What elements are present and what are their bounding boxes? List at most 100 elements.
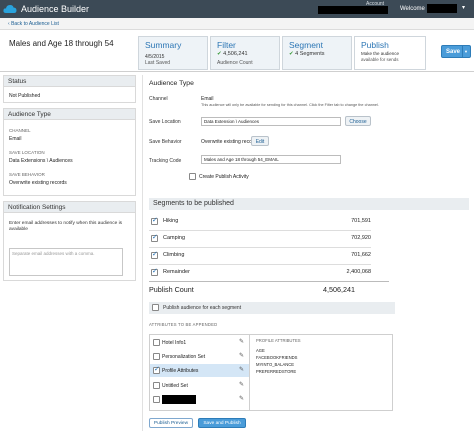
save-button[interactable]: Save ▼: [441, 45, 471, 58]
attribute-set-checkbox[interactable]: [153, 353, 160, 360]
attribute-set-name: Personalization Set: [162, 354, 206, 360]
status-title: Status: [4, 76, 135, 87]
segment-row: Climbing 701,662: [149, 249, 371, 263]
divider: [149, 281, 389, 282]
segments-heading: Segments to be published: [149, 198, 469, 210]
edit-pencil-icon[interactable]: ✎: [239, 395, 244, 402]
edit-button[interactable]: Edit: [251, 136, 269, 146]
publish-preview-button[interactable]: Publish Preview: [149, 418, 193, 428]
tab-summary[interactable]: Summary 4/5/2015 Last Saved: [138, 36, 208, 70]
save-behavior-value: Overwrite existing records: [9, 180, 67, 186]
audience-type-section: Audience Type CHANNEL Email SAVE LOCATIO…: [3, 108, 136, 196]
channel-value: Email: [9, 136, 22, 142]
tab-segment[interactable]: Segment ✔ 4 Segments: [282, 36, 352, 70]
audience-type-title: Audience Type: [4, 109, 135, 120]
tab-publish-label: Publish: [361, 40, 389, 50]
save-location-label: SAVE LOCATION: [9, 150, 45, 155]
tab-segment-label: Segment: [289, 40, 324, 50]
attribute-set-checkbox[interactable]: [153, 339, 160, 346]
channel-value: Email: [201, 96, 214, 102]
attribute-set-list: Hotel Info1 ✎ Personalization Set ✎ Prof…: [150, 335, 250, 410]
attribute-set-row[interactable]: Profile Attributes ✎: [150, 364, 249, 377]
attribute-set-name: Profile Attributes: [162, 368, 199, 374]
notification-section: Notification Settings Enter email addres…: [3, 201, 136, 281]
segment-checkbox[interactable]: [151, 250, 158, 259]
notification-description: Enter email addresses to notify when thi…: [9, 221, 123, 232]
cloud-logo-icon: [3, 5, 17, 13]
segment-count: 702,920: [351, 235, 371, 241]
notification-email-input[interactable]: Separate email addresses with a comma.: [9, 248, 123, 276]
check-icon: ✔: [289, 51, 294, 57]
segment-name: Remainder: [163, 269, 190, 275]
create-publish-activity-checkbox[interactable]: [189, 173, 196, 180]
edit-pencil-icon[interactable]: ✎: [239, 338, 244, 345]
check-icon: ✔: [217, 51, 222, 57]
divider: [149, 264, 371, 265]
segment-checkbox[interactable]: [151, 267, 158, 276]
audience-type-heading: Audience Type: [149, 80, 194, 87]
tab-publish-line1: Make the audience: [361, 51, 400, 56]
profile-attribute-item: FACEBOOKFRIENDS: [256, 355, 298, 360]
edit-pencil-icon[interactable]: ✎: [239, 381, 244, 388]
save-location-field[interactable]: Data Extension \ Audiences: [201, 117, 341, 126]
breadcrumb: ‹ Back to Audience List: [0, 18, 474, 30]
tracking-code-field[interactable]: Males and Age 18 through 54_EMAIL: [201, 155, 341, 164]
segment-checkbox[interactable]: [151, 216, 158, 225]
tab-summary-label: Summary: [145, 40, 182, 50]
back-to-audience-list-link[interactable]: ‹ Back to Audience List: [8, 21, 59, 27]
top-bar: Audience Builder Account Welcome ▾: [0, 0, 474, 18]
publish-panel: Audience Type Channel Email This audienc…: [142, 75, 470, 431]
segment-row: Hiking 701,591: [149, 215, 371, 229]
tab-summary-sub: Last Saved: [145, 60, 171, 66]
tracking-code-label: Tracking Code: [149, 158, 182, 164]
attributes-panel: Hotel Info1 ✎ Personalization Set ✎ Prof…: [149, 334, 393, 411]
segment-row: Remainder 2,400,068: [149, 266, 371, 280]
save-location-label: Save Location: [149, 119, 181, 125]
save-dropdown-chevron-icon[interactable]: ▼: [462, 46, 469, 57]
channel-label: Channel: [149, 96, 168, 102]
redacted-username: [427, 4, 457, 13]
tab-publish-line2: available for sends: [361, 57, 399, 62]
publish-count-value: 4,506,241: [323, 285, 355, 294]
attribute-set-checkbox[interactable]: [153, 396, 160, 403]
save-button-label: Save: [446, 49, 461, 55]
choose-button[interactable]: Choose: [345, 116, 371, 126]
publish-count-label: Publish Count: [149, 285, 194, 294]
user-menu-chevron-icon[interactable]: ▾: [462, 4, 465, 11]
divider: [149, 230, 371, 231]
attribute-set-checkbox[interactable]: [153, 382, 160, 389]
tab-publish[interactable]: Publish Make the audience available for …: [354, 36, 426, 70]
audience-name: Males and Age 18 through 54: [9, 39, 114, 48]
segment-checkbox[interactable]: [151, 233, 158, 242]
attribute-set-row[interactable]: Hotel Info1 ✎: [150, 336, 249, 349]
save-behavior-label: Save Behavior: [149, 139, 182, 145]
redacted-attribute-set: [162, 395, 196, 404]
attribute-set-checkbox[interactable]: [153, 365, 160, 374]
status-value: Not Published: [9, 93, 41, 99]
app-title: Audience Builder: [21, 4, 90, 14]
profile-attribute-item: PREFERREDSTORE: [256, 369, 297, 374]
publish-each-segment-checkbox[interactable]: [152, 304, 159, 311]
attribute-set-row[interactable]: ✎: [150, 393, 249, 406]
segment-count: 701,662: [351, 252, 371, 258]
edit-pencil-icon[interactable]: ✎: [239, 352, 244, 359]
publish-each-segment-label: Publish audience for each segment: [163, 305, 242, 311]
status-section: Status Not Published: [3, 75, 136, 103]
profile-attribute-item: AGE: [256, 348, 265, 353]
back-link-label: Back to Audience List: [11, 21, 59, 27]
attributes-heading: ATTRIBUTES TO BE APPENDED: [149, 322, 218, 327]
edit-pencil-icon[interactable]: ✎: [239, 366, 244, 373]
attribute-set-name: Hotel Info1: [162, 340, 187, 346]
tab-filter[interactable]: Filter ✔ 4,506,241 Audience Count: [210, 36, 280, 70]
tab-segment-count: 4 Segments: [295, 51, 325, 57]
profile-attribute-item: MYINTO_BALANCE: [256, 362, 295, 367]
channel-note: This audience will only be available for…: [201, 103, 379, 107]
attribute-set-row[interactable]: Untitled Set ✎: [150, 379, 249, 392]
segment-row: Camping 702,920: [149, 232, 371, 246]
redacted-account: [318, 6, 388, 14]
save-and-publish-button[interactable]: Save and Publish: [198, 418, 246, 428]
tab-filter-sub: Audience Count: [217, 60, 253, 66]
channel-label: CHANNEL: [9, 128, 31, 133]
attribute-set-row[interactable]: Personalization Set ✎: [150, 350, 249, 363]
notification-title: Notification Settings: [4, 202, 135, 213]
